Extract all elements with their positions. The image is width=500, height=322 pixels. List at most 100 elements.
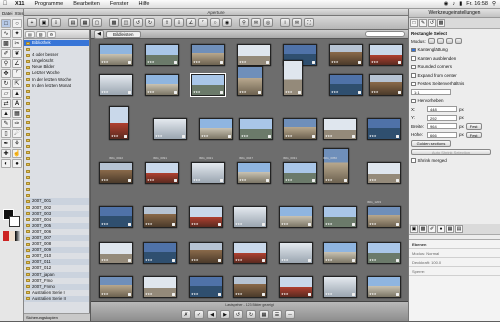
apple-icon[interactable]:  bbox=[0, 1, 10, 7]
paths-icon[interactable]: ✐ bbox=[1, 49, 11, 58]
photo-thumbnail[interactable]: ★★★ bbox=[283, 118, 317, 140]
wifi-icon[interactable]: ◉ bbox=[444, 1, 449, 7]
guides-select[interactable]: Golden sections bbox=[411, 140, 451, 147]
rotate-left-icon[interactable]: ↺ bbox=[133, 18, 143, 27]
photo-thumbnail[interactable]: ★★★ bbox=[283, 162, 317, 184]
menu-hilfe[interactable]: Hilfe bbox=[133, 1, 154, 7]
fixed-row[interactable]: Festes Seitenverhältnis bbox=[411, 80, 498, 89]
photo-thumbnail[interactable]: ★★★ bbox=[143, 242, 177, 264]
photo-thumbnail[interactable]: ★★★ bbox=[369, 74, 403, 96]
photo-thumbnail[interactable]: ★★★ bbox=[237, 162, 271, 184]
photo-thumbnail[interactable]: ★★★ bbox=[99, 74, 133, 96]
undo-tab-icon[interactable]: ↺ bbox=[428, 19, 436, 27]
ratio-field[interactable]: 1:1 bbox=[411, 89, 451, 96]
photo-thumbnail[interactable]: ★★★ bbox=[323, 118, 357, 140]
browser-label[interactable]: Bildleisten bbox=[106, 30, 141, 38]
photo-thumbnail[interactable]: ★★★ bbox=[145, 44, 179, 66]
rotate-right-icon[interactable]: ↻ bbox=[145, 18, 155, 27]
move-icon[interactable]: ✥ bbox=[1, 69, 11, 78]
keyword-icon[interactable]: ✉ bbox=[292, 18, 302, 27]
device-tab-icon[interactable]: ✎ bbox=[419, 19, 427, 27]
crop-tool-icon[interactable]: ⌜ bbox=[198, 18, 208, 27]
spot-patch-icon[interactable]: ○ bbox=[210, 18, 220, 27]
tab-metadata-icon[interactable]: ▨ bbox=[35, 30, 46, 38]
spotlight-icon[interactable]: ⚲ bbox=[492, 1, 496, 7]
brushes-tab-icon[interactable]: ● bbox=[437, 225, 445, 233]
photo-thumbnail[interactable]: ★★★ bbox=[189, 206, 223, 228]
rect-select-icon[interactable]: □ bbox=[1, 19, 11, 28]
photo-thumbnail[interactable]: ★★★ bbox=[323, 242, 357, 264]
mode-replace-icon[interactable] bbox=[427, 38, 435, 45]
rounded-row[interactable]: Rounded corners bbox=[411, 63, 498, 72]
color-picker-icon[interactable]: ❦ bbox=[12, 49, 22, 58]
photo-thumbnail[interactable]: ★★★ bbox=[323, 276, 357, 298]
tab-projects-icon[interactable]: ▤ bbox=[25, 30, 35, 38]
rating-down-icon[interactable]: ✗ bbox=[181, 310, 191, 319]
photo-thumbnail[interactable]: ★★★ bbox=[191, 44, 225, 66]
patterns-tab-icon[interactable]: ▦ bbox=[446, 225, 454, 233]
photo-thumbnail[interactable]: ★★★ bbox=[153, 118, 187, 140]
import-icon[interactable]: ⇩ bbox=[51, 18, 61, 27]
clone-icon[interactable]: ⚘ bbox=[12, 139, 22, 148]
photo-thumbnail[interactable]: ★★★ bbox=[367, 276, 401, 298]
perspective-icon[interactable]: ▲ bbox=[12, 89, 22, 98]
web-icon[interactable]: ◎ bbox=[263, 18, 273, 27]
new-project-icon[interactable]: + bbox=[27, 18, 37, 27]
photo-thumbnail[interactable]: ★★★ bbox=[367, 206, 401, 228]
photo-thumbnail[interactable]: ★★★ bbox=[145, 74, 179, 96]
expand-checkbox[interactable] bbox=[411, 73, 416, 78]
mode-subtract-icon[interactable] bbox=[445, 38, 453, 45]
menu-app-name[interactable]: X11 bbox=[10, 1, 29, 7]
brush-icon[interactable]: ✑ bbox=[12, 119, 22, 128]
antialias-checkbox[interactable] bbox=[411, 47, 416, 52]
loupe-icon[interactable]: ⚲ bbox=[239, 18, 249, 27]
measure-icon[interactable]: ∠ bbox=[12, 59, 22, 68]
straighten-icon[interactable]: ∠ bbox=[186, 18, 196, 27]
gradient-icon[interactable]: ▦ bbox=[12, 109, 22, 118]
tab-adjustments-icon[interactable]: ⚙ bbox=[46, 30, 57, 38]
photo-thumbnail[interactable]: ★★★ bbox=[99, 242, 133, 264]
height-field[interactable]: 666 bbox=[427, 131, 457, 138]
photo-thumbnail[interactable]: ★★★ bbox=[237, 66, 263, 96]
photo-thumbnail[interactable]: ★★★ bbox=[109, 106, 129, 140]
rounded-checkbox[interactable] bbox=[411, 64, 416, 69]
photo-thumbnail[interactable]: ★★★ bbox=[323, 206, 357, 228]
next-icon[interactable]: ▶ bbox=[220, 310, 230, 319]
lasso-icon[interactable]: ∿ bbox=[1, 29, 11, 38]
rotate-icon[interactable]: ↻ bbox=[1, 79, 11, 88]
photo-thumbnail[interactable]: ★★★ bbox=[190, 73, 226, 97]
eraser-icon[interactable]: ▯ bbox=[1, 129, 11, 138]
photo-thumbnail[interactable]: ★★★ bbox=[329, 74, 363, 96]
photo-thumbnail[interactable]: ★★★ bbox=[323, 148, 349, 184]
channels-tab-icon[interactable]: ▩ bbox=[419, 225, 427, 233]
crop-icon[interactable]: ⌜ bbox=[12, 69, 22, 78]
volume-icon[interactable]: ♪ bbox=[452, 1, 455, 7]
zoom-slider-icon[interactable]: ─ bbox=[285, 310, 295, 319]
redeye-icon[interactable]: ◉ bbox=[222, 18, 232, 27]
bucket-icon[interactable]: ▲ bbox=[1, 109, 11, 118]
photo-thumbnail[interactable]: ★★★ bbox=[143, 276, 177, 298]
photo-thumbnail[interactable]: ★★★ bbox=[99, 44, 133, 66]
flip-icon[interactable]: ⇄ bbox=[1, 99, 11, 108]
dodge-icon[interactable]: ◐ bbox=[1, 159, 11, 168]
new-album-icon[interactable]: ▣ bbox=[39, 18, 49, 27]
antialias-row[interactable]: Kantenglättung bbox=[411, 46, 498, 55]
photo-thumbnail[interactable]: ★★★ bbox=[369, 44, 403, 66]
paths-tab-icon[interactable]: ✐ bbox=[428, 225, 436, 233]
x-field[interactable]: 448 bbox=[427, 106, 457, 113]
browser-back-icon[interactable]: ◀ bbox=[94, 29, 104, 39]
expand-row[interactable]: Expand from center bbox=[411, 71, 498, 80]
mode-intersect-icon[interactable] bbox=[454, 38, 462, 45]
photo-thumbnail[interactable]: ★★★ bbox=[191, 162, 225, 184]
options-tab-icon[interactable]: □ bbox=[410, 19, 418, 27]
shear-icon[interactable]: ▱ bbox=[1, 89, 11, 98]
browser-search-input[interactable] bbox=[365, 31, 405, 37]
shrink-merged-checkbox[interactable] bbox=[411, 158, 416, 163]
email-icon[interactable]: ✉ bbox=[251, 18, 261, 27]
photo-thumbnail[interactable]: ★★★ bbox=[237, 44, 271, 66]
photo-thumbnail[interactable]: ★★★ bbox=[279, 242, 313, 264]
prev-icon[interactable]: ◀ bbox=[207, 310, 217, 319]
fixed-checkbox[interactable] bbox=[411, 81, 416, 86]
stack-icon[interactable]: ◫ bbox=[121, 18, 131, 27]
photo-thumbnail[interactable]: ★★★ bbox=[145, 162, 179, 184]
